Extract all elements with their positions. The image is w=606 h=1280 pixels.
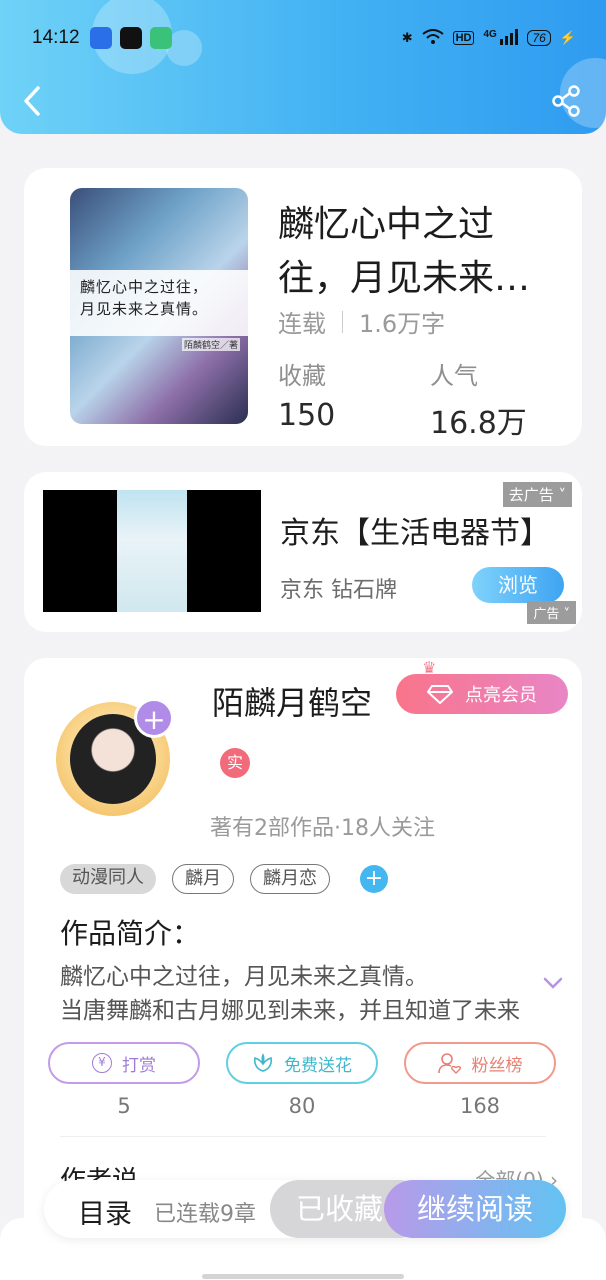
ad-card[interactable]: 去广告 ˅ 京东【生活电器节】 京东 钻石牌 浏览 广告 ˅ bbox=[24, 472, 582, 632]
cover-title-band: 麟忆心中之过往， 月见未来之真情。 bbox=[70, 270, 248, 336]
author-works-info: 著有2部作品·18人关注 bbox=[210, 816, 435, 841]
toc-button[interactable]: 目录 bbox=[78, 1192, 132, 1231]
tag-list: 动漫同人 麟月 麟月恋 + bbox=[60, 864, 388, 894]
vip-button[interactable]: 点亮会员 bbox=[396, 674, 568, 714]
book-meta: 连载 1.6万字 bbox=[278, 304, 445, 339]
serial-status: 连载 bbox=[278, 310, 326, 338]
signal-icon: 4G bbox=[483, 28, 519, 48]
favorites-label: 收藏 bbox=[278, 362, 326, 390]
fans-count: 168 bbox=[459, 1094, 501, 1118]
ad-browse-button[interactable]: 浏览 bbox=[472, 567, 564, 603]
remove-ad-button[interactable]: 去广告 ˅ bbox=[502, 482, 572, 507]
book-cover[interactable]: 麟忆心中之过往， 月见未来之真情。 陌麟鹤空／著 bbox=[70, 188, 248, 424]
ad-subtitle: 京东 钻石牌 bbox=[280, 578, 397, 603]
fans-heart-icon bbox=[437, 1053, 461, 1074]
battery-icon: 76 bbox=[527, 30, 551, 46]
bottom-action-bar: 目录 已连载9章 已收藏 继续阅读 bbox=[44, 1180, 566, 1238]
tiktok-app-icon bbox=[119, 27, 142, 49]
divider bbox=[342, 310, 343, 333]
yen-icon: ¥ bbox=[92, 1053, 112, 1073]
fans-rank-button[interactable]: 粉丝榜 bbox=[404, 1042, 556, 1084]
flower-icon bbox=[253, 1053, 273, 1072]
back-arrow-icon[interactable] bbox=[20, 84, 46, 118]
diamond-icon bbox=[427, 685, 453, 704]
send-flower-button[interactable]: 免费送花 bbox=[226, 1042, 378, 1084]
book-title: 麟忆心中之过往，月见未来之真情。 bbox=[278, 204, 531, 299]
flower-count: 80 bbox=[288, 1094, 316, 1118]
ad-image bbox=[117, 490, 187, 612]
chat-app-icon bbox=[149, 27, 172, 49]
tag-item[interactable]: 动漫同人 bbox=[60, 864, 156, 894]
intro-text: 麟忆心中之过往，月见未来之真情。 当唐舞麟和古月娜见到未来，并且知道了未来 bbox=[60, 964, 520, 1024]
wifi-icon bbox=[421, 28, 444, 48]
ad-title: 京东【生活电器节】 bbox=[280, 516, 550, 551]
book-info-card: 麟忆心中之过往， 月见未来之真情。 陌麟鹤空／著 麟忆心中之过往，月见未来之真情… bbox=[24, 168, 582, 446]
status-time: 14:12 bbox=[32, 27, 80, 48]
bluetooth-icon: ✱ bbox=[401, 30, 413, 45]
hd-icon: HD bbox=[452, 31, 475, 45]
chapter-count: 已连载9章 bbox=[154, 1202, 256, 1227]
popularity-label: 人气 bbox=[430, 362, 478, 390]
charging-icon: ⚡ bbox=[559, 30, 576, 45]
home-indicator[interactable] bbox=[202, 1274, 404, 1279]
word-count: 1.6万字 bbox=[359, 310, 446, 338]
header: 14:12 ✱ HD 4G 76 ⚡ bbox=[0, 0, 606, 134]
divider bbox=[60, 1136, 546, 1137]
share-icon[interactable] bbox=[550, 84, 582, 118]
verified-badge: 实 bbox=[220, 748, 250, 778]
ad-video-thumbnail[interactable] bbox=[43, 490, 261, 612]
expand-chevron-icon[interactable] bbox=[542, 976, 564, 990]
author-name[interactable]: 陌麟月鹤空 bbox=[212, 678, 372, 724]
favorites-value: 150 bbox=[278, 398, 336, 433]
intro-heading: 作品简介： bbox=[60, 917, 201, 950]
status-bar: 14:12 ✱ HD 4G 76 ⚡ bbox=[32, 24, 576, 52]
add-tag-icon[interactable]: + bbox=[360, 865, 388, 893]
popularity-value: 16.8万 bbox=[430, 406, 527, 441]
ad-label[interactable]: 广告 ˅ bbox=[527, 601, 576, 624]
status-icons: ✱ HD 4G 76 ⚡ bbox=[401, 28, 576, 48]
cover-author: 陌麟鹤空／著 bbox=[181, 338, 240, 351]
tag-item[interactable]: 麟月恋 bbox=[250, 864, 330, 894]
follow-plus-icon[interactable]: + bbox=[134, 698, 174, 738]
continue-reading-button[interactable]: 继续阅读 bbox=[384, 1180, 566, 1238]
tag-item[interactable]: 麟月 bbox=[172, 864, 234, 894]
reward-count: 5 bbox=[117, 1094, 131, 1118]
reward-button[interactable]: ¥ 打赏 bbox=[48, 1042, 200, 1084]
baidu-app-icon bbox=[89, 27, 112, 49]
